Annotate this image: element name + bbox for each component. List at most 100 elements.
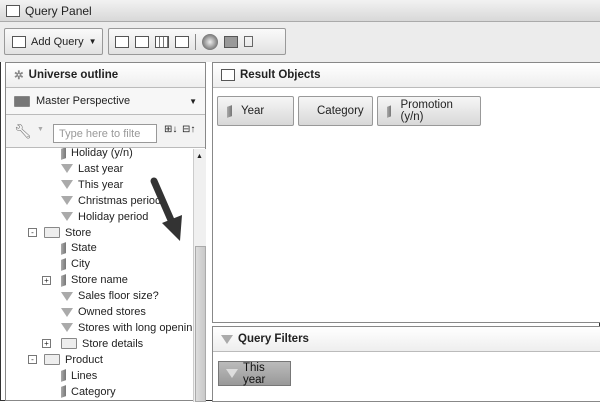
tree-item[interactable]: - Store	[28, 225, 91, 241]
outline-filter-input[interactable]: Type here to filte	[53, 124, 157, 143]
folder-icon	[61, 338, 77, 350]
object-label: Year	[241, 105, 265, 117]
filter-icon	[61, 164, 73, 174]
toolbar-group	[108, 28, 286, 55]
add-query-button[interactable]: Add Query ▼	[4, 28, 103, 55]
view-script-icon[interactable]	[244, 36, 253, 47]
window-title: Query Panel	[25, 3, 92, 18]
folder-icon	[44, 354, 60, 366]
tree-item-label: Category	[71, 385, 116, 398]
chevron-down-icon: ▼	[88, 37, 97, 46]
data-preview-icon[interactable]	[155, 35, 169, 48]
dimension-icon	[61, 369, 66, 383]
panel-title: Universe outline	[28, 69, 119, 81]
panel-title: Query Filters	[238, 333, 309, 345]
filter-this-year[interactable]: This year	[218, 361, 291, 386]
tree-item-label: This year	[78, 178, 124, 191]
tree-item-label: Store name	[71, 274, 128, 287]
tree-item[interactable]: Category	[61, 384, 116, 400]
result-object-promotion[interactable]: Promotion (y/n)	[377, 96, 481, 126]
layout-icon[interactable]	[175, 35, 189, 48]
expand-icon[interactable]: +	[42, 339, 51, 349]
scroll-thumb[interactable]	[195, 246, 206, 402]
tree-item-label: Owned stores	[78, 306, 146, 318]
filter-icon	[61, 323, 73, 333]
filter-row: 🔧︎ ▼ Type here to filte ⊞↓ ⊟↑	[6, 115, 205, 148]
panel-title: Result Objects	[240, 69, 321, 81]
tree-item[interactable]: Holiday (y/n)	[61, 148, 133, 161]
perspective-select[interactable]: Master Perspective ▼	[6, 88, 205, 115]
tree-item[interactable]: + Store details	[42, 336, 144, 352]
tree-item-label: Store	[65, 226, 92, 239]
tree-item[interactable]: City	[61, 256, 90, 272]
query-properties-icon[interactable]	[224, 35, 238, 48]
perspective-icon	[14, 95, 30, 107]
tree-item-label: Stores with long opening hours	[78, 321, 192, 334]
result-object-category[interactable]: Category	[298, 96, 373, 126]
panel-header: ✲ Universe outline	[6, 63, 205, 88]
folder-icon	[44, 227, 60, 238]
add-query-label: Add Query	[31, 35, 84, 48]
collapse-all-icon[interactable]: ⊟↑	[182, 124, 195, 135]
dimension-icon	[387, 104, 392, 118]
collapse-icon[interactable]: -	[28, 355, 37, 365]
tree-item[interactable]: Last year	[61, 161, 123, 177]
tree-item[interactable]: This year	[61, 177, 123, 193]
dimension-icon	[61, 273, 66, 287]
filter-pane-icon[interactable]	[135, 35, 149, 48]
universe-icon: ✲	[14, 70, 24, 82]
scroll-up-icon[interactable]: ▲	[196, 153, 203, 160]
tree-item-label: Store details	[82, 337, 144, 350]
result-objects-icon	[221, 69, 235, 81]
add-query-icon	[12, 35, 26, 48]
filter-icon	[61, 291, 73, 301]
tree-item-label: City	[71, 258, 90, 271]
tree-item-label: State	[71, 242, 97, 255]
tree-item[interactable]: Sales floor size?	[61, 288, 159, 304]
tree-item[interactable]: State	[61, 240, 97, 256]
tree-item-label: Lines	[71, 369, 98, 382]
filter-icon	[61, 180, 73, 190]
object-label: Promotion (y/n)	[400, 99, 453, 123]
dimension-icon	[61, 241, 66, 255]
tree-item[interactable]: + Store name	[42, 272, 128, 288]
tree-item-label: Sales floor size?	[78, 290, 159, 303]
perspective-value: Master Perspective	[36, 95, 131, 107]
tree-item-label: Holiday (y/n)	[71, 148, 133, 159]
query-filters-panel: Query Filters This year	[212, 326, 600, 402]
dimension-icon	[61, 385, 66, 398]
filter-icon	[61, 212, 73, 222]
wrench-icon[interactable]: 🔧︎	[14, 123, 32, 140]
dimension-icon	[61, 148, 66, 160]
separator	[195, 33, 196, 50]
filter-icon	[226, 369, 238, 378]
combined-query-icon[interactable]	[202, 33, 218, 50]
arrow-annotation	[150, 177, 182, 241]
tree-scrollbar[interactable]: ▲	[193, 149, 206, 402]
tree-item-label: Holiday period	[78, 210, 149, 223]
tree-item-label: Product	[65, 353, 103, 366]
dimension-icon	[227, 104, 232, 118]
tree-item[interactable]: Lines	[61, 368, 97, 384]
panel-header: Result Objects	[213, 63, 600, 88]
tree-item-label: Last year	[78, 162, 124, 175]
filter-icon	[61, 196, 73, 206]
tree-item[interactable]: Owned stores	[61, 304, 146, 320]
tree-item[interactable]: Stores with long opening hours	[61, 320, 192, 336]
collapse-icon[interactable]: -	[28, 228, 37, 237]
expand-icon[interactable]: +	[42, 275, 51, 285]
chevron-down-icon[interactable]: ▼	[37, 126, 44, 133]
filter-icon	[61, 307, 73, 317]
filter-icon	[221, 334, 233, 344]
result-objects-panel: Result Objects Year Category Promotion (…	[212, 62, 600, 323]
result-object-year[interactable]: Year	[217, 96, 294, 126]
outline-toggle-icon[interactable]	[115, 35, 129, 48]
dimension-icon	[61, 257, 66, 271]
tree-item[interactable]: - Product	[28, 352, 103, 368]
query-panel-icon	[6, 4, 20, 17]
filter-label: This year	[243, 361, 266, 386]
title-bar: Query Panel	[0, 0, 600, 22]
tree-item[interactable]: Holiday period	[61, 209, 148, 225]
chevron-down-icon: ▼	[189, 96, 197, 106]
expand-all-icon[interactable]: ⊞↓	[164, 124, 177, 135]
